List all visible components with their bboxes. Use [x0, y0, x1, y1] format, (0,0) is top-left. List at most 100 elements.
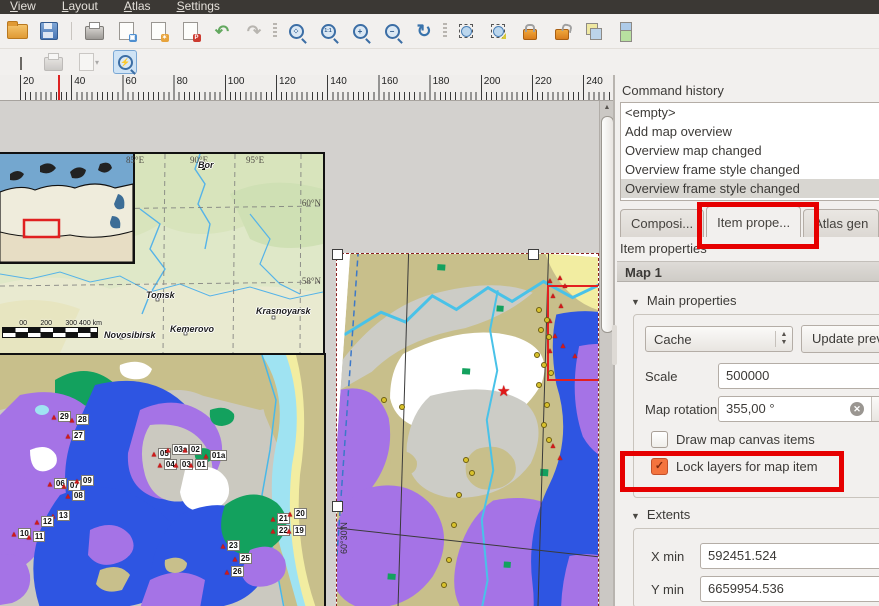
point-marker	[446, 557, 452, 563]
zoom-in-icon[interactable]: +	[347, 18, 373, 44]
export-atlas-icon[interactable]: ▾	[76, 49, 102, 75]
cache-mode-dropdown[interactable]: Cache ▲▼	[645, 326, 793, 352]
map-rotation-label: Map rotation	[645, 402, 717, 417]
scalebar-label: 00	[2, 320, 27, 327]
section-extents[interactable]: ▼Extents	[631, 507, 690, 522]
undo-icon[interactable]: ↶	[209, 18, 235, 44]
ruler-label: 60	[125, 76, 136, 87]
map-rotation-spinbox[interactable]: 355,00 ° ✕ ▲▼	[718, 396, 879, 422]
menu-bar: View Layout Atlas Settings	[0, 0, 879, 14]
unlock-items-icon[interactable]	[549, 18, 575, 44]
map1-latitude-label: 60°30'N	[339, 522, 349, 554]
point-marker	[469, 470, 475, 476]
ruler-label: 100	[228, 76, 245, 87]
export-as-svg-icon[interactable]: ✶	[145, 18, 171, 44]
y-min-input[interactable]: 6659954.536	[700, 576, 879, 602]
qgis-composer-window: View Layout Atlas Settings ▣ ✶ P ↶ ↷ ⁘ 1…	[0, 0, 879, 606]
preview-atlas-icon[interactable]: ⚡	[112, 49, 138, 75]
menu-view[interactable]: View	[10, 0, 36, 14]
scalebar-label: 200	[27, 320, 52, 327]
triangle-marker: ▲	[549, 442, 557, 450]
sample-point-marker: ▲11	[25, 528, 45, 546]
group-items-icon[interactable]: ▾	[581, 18, 607, 44]
scalebar-label: 300	[52, 320, 77, 327]
map-item-geology[interactable]: ▲29▲28▲27▲05▲03a▲02▲04▲03▲01▲01a▲06▲07▲0…	[0, 353, 326, 606]
selection-handle-top-middle[interactable]	[528, 249, 539, 260]
menu-settings[interactable]: Settings	[177, 0, 220, 14]
open-project-icon[interactable]	[4, 18, 30, 44]
menu-layout[interactable]: Layout	[62, 0, 98, 14]
triangle-marker: ▲	[551, 332, 559, 340]
menu-atlas[interactable]: Atlas	[124, 0, 151, 14]
history-item[interactable]: Overview map changed	[621, 141, 879, 160]
map-item-overview[interactable]: 85°E90°E95°E60°N58°NBorTomskNovosibirskK…	[0, 152, 325, 355]
sample-point-marker: ▲20	[286, 505, 307, 523]
selection-handle-top-left[interactable]	[332, 249, 343, 260]
horizontal-ruler: 20406080100120140160180200220240	[0, 75, 613, 101]
draw-map-canvas-items-checkbox[interactable]: ✓	[651, 431, 668, 448]
raise-items-icon[interactable]: ▾	[613, 18, 639, 44]
sample-point-marker: ▲08	[64, 487, 85, 505]
draw-map-canvas-items-label: Draw map canvas items	[676, 432, 815, 447]
save-project-icon[interactable]	[36, 18, 62, 44]
point-marker	[548, 370, 554, 376]
print-icon[interactable]	[81, 18, 107, 44]
ruler-label: 140	[330, 76, 347, 87]
zoom-out-icon[interactable]: −	[379, 18, 405, 44]
redo-icon[interactable]: ↷	[241, 18, 267, 44]
point-marker	[546, 334, 552, 340]
item-properties-panel: Command history <empty> Add map overview…	[615, 75, 879, 606]
triangle-marker: ▲	[559, 342, 567, 350]
collapse-triangle-icon: ▼	[631, 297, 640, 307]
sample-point-marker: ▲19	[285, 522, 306, 540]
annotation-box-item-properties-tab	[697, 202, 819, 249]
refresh-view-icon[interactable]: ↻	[411, 18, 437, 44]
scale-bar: 00200300400 km	[2, 320, 102, 338]
grid-latitude-label: 60°N	[302, 198, 321, 208]
star-marker: ★	[497, 387, 510, 397]
panel-scrollbar[interactable]	[612, 325, 617, 365]
city-label: Kemerovo	[170, 324, 214, 334]
russia-inset-map	[0, 152, 135, 264]
section-main-properties[interactable]: ▼Main properties	[631, 293, 737, 308]
atlas-last-feature-icon[interactable]	[4, 49, 30, 75]
lock-items-icon[interactable]	[517, 18, 543, 44]
point-marker	[544, 402, 550, 408]
ruler-label: 120	[279, 76, 296, 87]
sample-point-marker: ▲01a	[202, 447, 227, 465]
city-label: Tomsk	[146, 290, 175, 300]
move-item-content-icon[interactable]	[485, 18, 511, 44]
scale-input[interactable]: 500000	[718, 363, 879, 389]
ruler-label: 80	[177, 76, 188, 87]
ruler-position-marker	[58, 75, 60, 100]
x-min-input[interactable]: 592451.524	[700, 543, 879, 569]
collapse-triangle-icon: ▼	[631, 511, 640, 521]
grid-longitude-label: 85°E	[126, 155, 144, 165]
update-preview-button[interactable]: Update preview	[801, 325, 879, 353]
export-as-pdf-icon[interactable]: P	[177, 18, 203, 44]
print-atlas-icon[interactable]	[40, 49, 66, 75]
item-name-header: Map 1	[617, 261, 879, 282]
tab-composition[interactable]: Composi...	[620, 209, 704, 237]
command-history-list[interactable]: <empty> Add map overview Overview map ch…	[620, 102, 879, 201]
composition-canvas[interactable]: 85°E90°E95°E60°N58°NBorTomskNovosibirskK…	[0, 101, 613, 606]
select-move-item-icon[interactable]	[453, 18, 479, 44]
point-marker	[546, 437, 552, 443]
x-min-label: X min	[651, 549, 684, 564]
history-item-selected[interactable]: Overview frame style changed	[621, 179, 879, 198]
selection-handle-left-middle[interactable]	[332, 501, 343, 512]
map-item-map1[interactable]: 60°30'N ★ ▲▲▲▲▲▲▲▲▲▲▲▲	[336, 253, 599, 606]
export-as-image-icon[interactable]: ▣	[113, 18, 139, 44]
triangle-marker: ▲	[546, 277, 554, 285]
ruler-label: 160	[381, 76, 398, 87]
zoom-full-icon[interactable]: ⁘	[283, 18, 309, 44]
zoom-actual-size-icon[interactable]: 1:1	[315, 18, 341, 44]
history-item[interactable]: Add map overview	[621, 122, 879, 141]
history-item[interactable]: <empty>	[621, 103, 879, 122]
spinbox-arrows-icon[interactable]: ▲▼	[871, 397, 879, 421]
point-marker	[463, 457, 469, 463]
grid-latitude-label: 58°N	[302, 276, 321, 286]
clear-value-icon[interactable]: ✕	[850, 402, 864, 416]
history-item[interactable]: Overview frame style changed	[621, 160, 879, 179]
scroll-up-arrow[interactable]: ▲	[600, 101, 614, 115]
